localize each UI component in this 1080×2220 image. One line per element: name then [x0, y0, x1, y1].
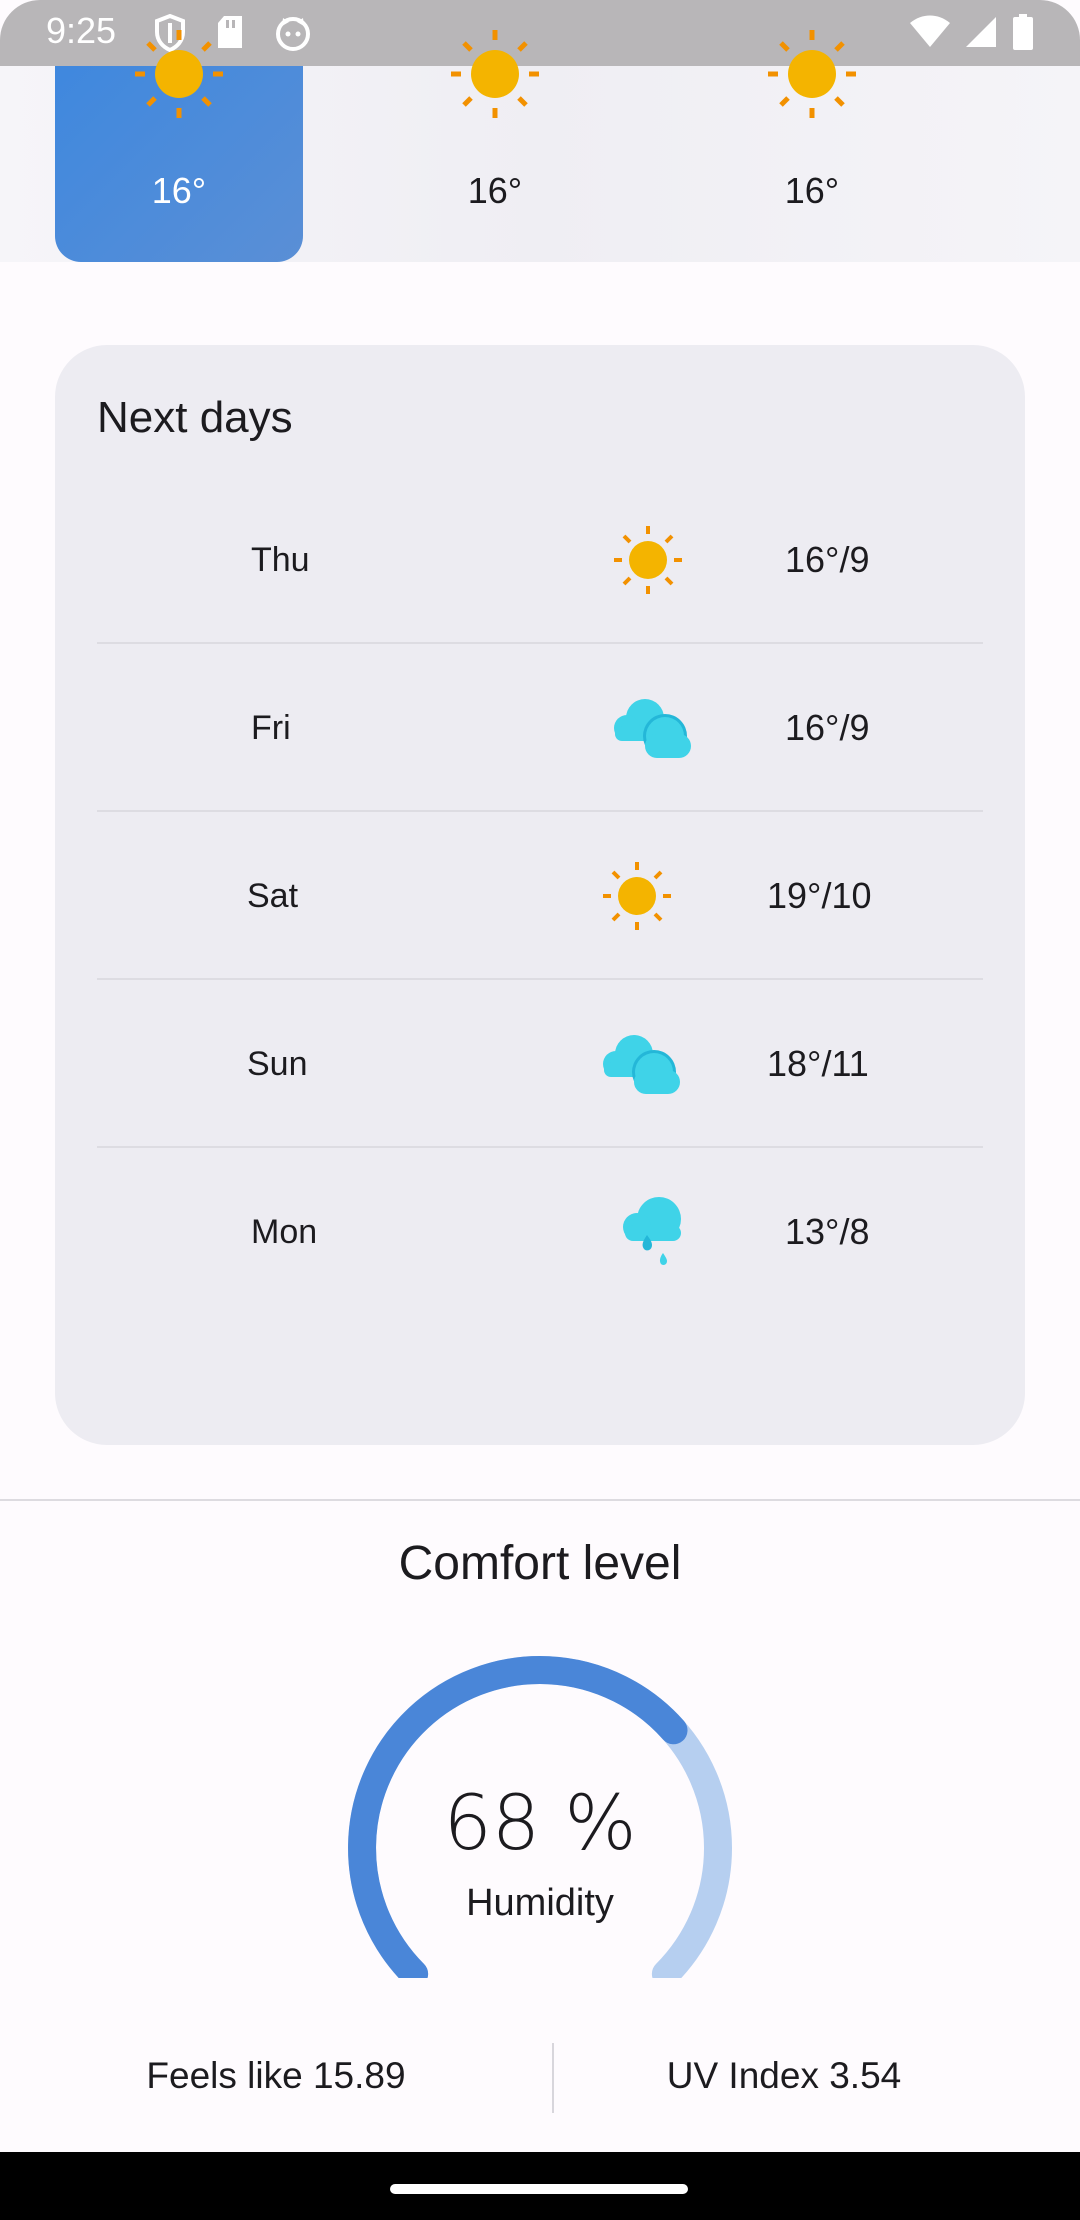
hour-temp: 16° — [784, 170, 840, 211]
rain-icon — [619, 1148, 685, 1316]
day-temp: 16°/9 — [785, 707, 870, 748]
day-name: Fri — [251, 709, 291, 747]
day-row-mon[interactable]: Mon 13°/8 — [97, 1148, 983, 1316]
navigation-bar — [0, 2152, 1080, 2220]
cloud-icon — [596, 980, 682, 1148]
comfort-title: Comfort level — [398, 1537, 682, 1590]
day-name: Mon — [251, 1213, 318, 1251]
uv-index: UV Index 3.54 — [666, 2055, 902, 2096]
sun-icon — [451, 30, 539, 118]
day-row-thu[interactable]: Thu 16°/9 — [97, 476, 983, 644]
section-divider — [0, 1499, 1080, 1501]
day-name: Sun — [247, 1045, 308, 1083]
hour-card-selected[interactable]: 16° — [55, 30, 303, 262]
day-temp: 16°/9 — [785, 539, 870, 580]
day-row-sun[interactable]: Sun 18°/11 — [97, 980, 983, 1148]
comfort-stats: Feels like 15.89 UV Index 3.54 — [0, 2040, 1080, 2112]
humidity-label: Humidity — [466, 1882, 614, 1924]
sun-icon — [768, 30, 856, 118]
battery-icon — [1013, 14, 1033, 50]
day-name: Sat — [247, 877, 299, 915]
hour-card[interactable]: 16° — [688, 30, 936, 262]
sun-icon — [601, 812, 673, 980]
stats-divider — [552, 2043, 554, 2113]
home-handle[interactable] — [390, 2184, 688, 2194]
hourly-forecast: 16° 16° 16° — [0, 30, 1080, 262]
hour-temp: 16° — [151, 170, 207, 211]
next-days-card: Next days Thu 16°/9 Fri 16°/9 Sat 19°/10… — [55, 345, 1025, 1445]
cat-icon — [276, 17, 310, 51]
day-temp: 19°/10 — [767, 875, 872, 916]
day-name: Thu — [251, 541, 310, 579]
day-row-sat[interactable]: Sat 19°/10 — [97, 812, 983, 980]
status-right-icons — [910, 14, 1034, 50]
cloud-icon — [607, 644, 693, 812]
wifi-icon — [910, 15, 950, 47]
day-temp: 13°/8 — [785, 1211, 870, 1252]
sun-icon — [612, 476, 684, 644]
humidity-value: 68 % — [443, 1778, 637, 1867]
hour-card[interactable]: 16° — [371, 30, 619, 262]
day-temp: 18°/11 — [767, 1043, 869, 1084]
hour-temp: 16° — [467, 170, 523, 211]
next-days-title: Next days — [97, 393, 293, 442]
day-row-fri[interactable]: Fri 16°/9 — [97, 644, 983, 812]
status-time: 9:25 — [46, 10, 117, 51]
feels-like: Feels like 15.89 — [146, 2055, 406, 2096]
sun-icon — [135, 30, 223, 118]
signal-icon — [966, 17, 996, 47]
